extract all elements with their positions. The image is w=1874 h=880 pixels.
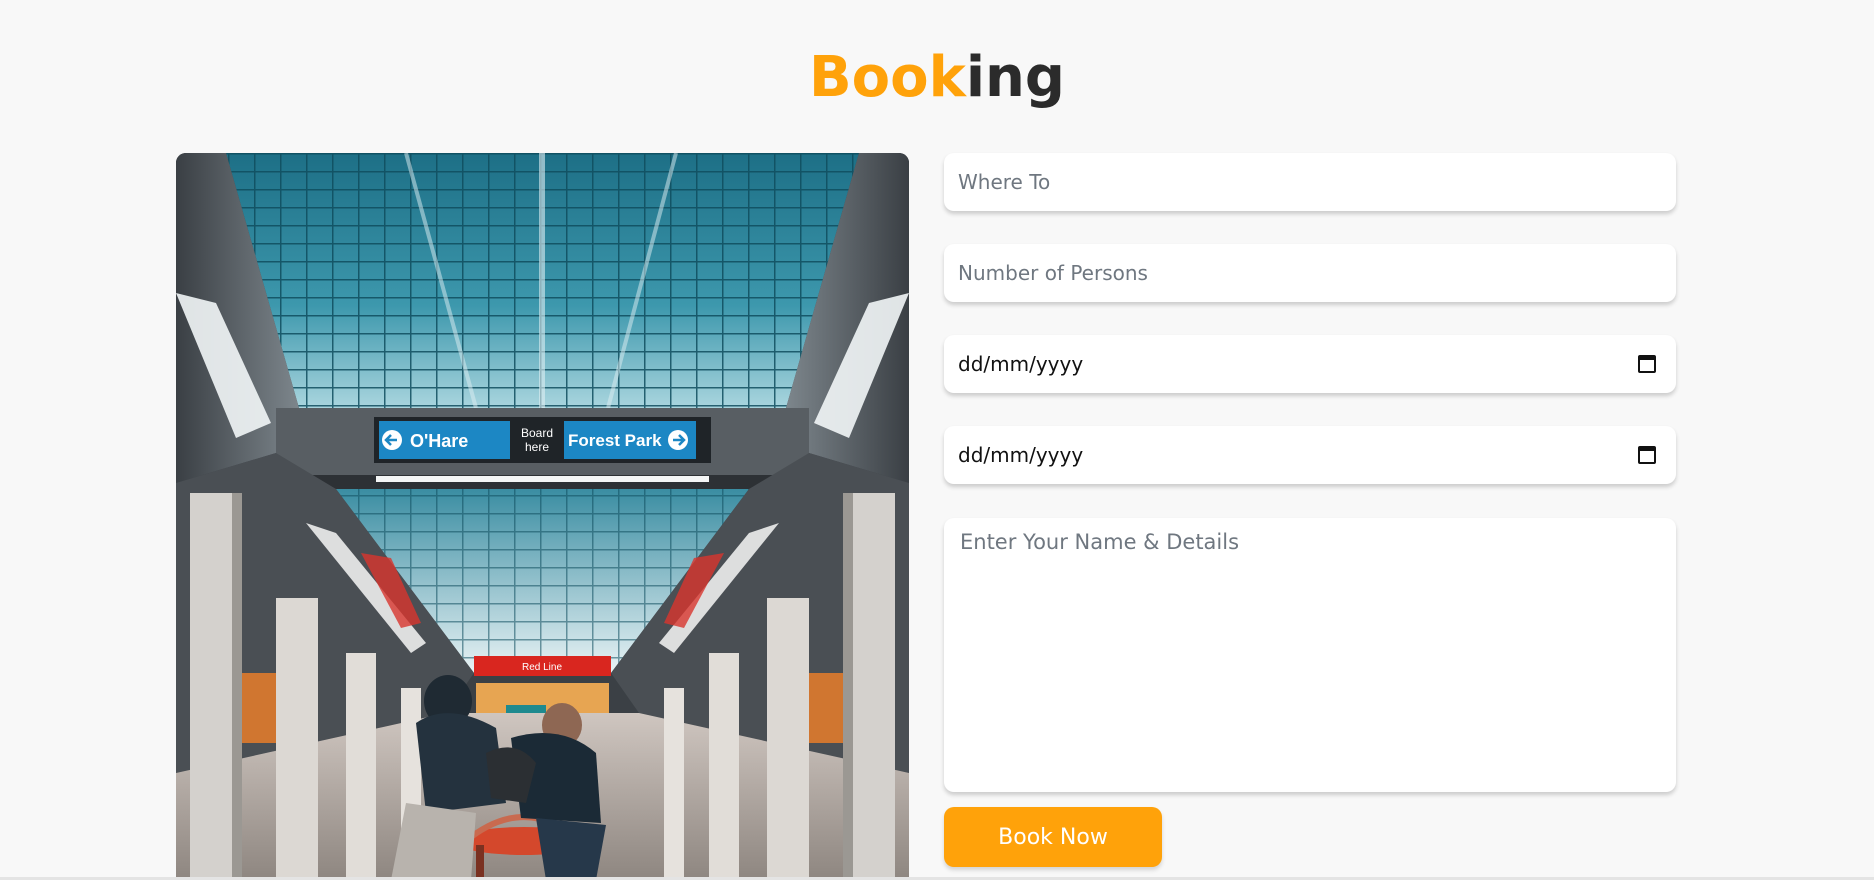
leaving-date-value: dd/mm/yyyy xyxy=(958,443,1084,467)
booking-image: O'Hare Board here Forest Park Red Line xyxy=(176,153,909,880)
arrival-date-input[interactable]: dd/mm/yyyy xyxy=(944,335,1676,393)
sign-right-text: Forest Park xyxy=(568,431,662,450)
details-placeholder: Enter Your Name & Details xyxy=(960,530,1240,554)
calendar-icon[interactable] xyxy=(1638,446,1656,464)
destination-input[interactable]: Where To xyxy=(944,153,1676,211)
subway-station-photo: O'Hare Board here Forest Park Red Line xyxy=(176,153,909,880)
persons-placeholder: Number of Persons xyxy=(958,261,1148,285)
page-title: Booking xyxy=(0,42,1874,114)
details-textarea[interactable]: Enter Your Name & Details xyxy=(944,518,1676,792)
persons-input[interactable]: Number of Persons xyxy=(944,244,1676,302)
page-title-accent: Book xyxy=(808,45,966,110)
sign-center-text-2: here xyxy=(525,440,549,454)
page-title-rest: ing xyxy=(965,45,1066,110)
leaving-date-input[interactable]: dd/mm/yyyy xyxy=(944,426,1676,484)
destination-placeholder: Where To xyxy=(958,170,1051,194)
sign-left-text: O'Hare xyxy=(410,431,468,451)
book-now-button[interactable]: Book Now xyxy=(944,807,1162,867)
booking-page: Booking O'Hare Board here Forest Park Re… xyxy=(0,0,1874,880)
arrival-date-value: dd/mm/yyyy xyxy=(958,352,1084,376)
sign-center-text-1: Board xyxy=(521,426,553,440)
lower-sign-text: Red Line xyxy=(522,662,562,673)
calendar-icon[interactable] xyxy=(1638,355,1656,373)
